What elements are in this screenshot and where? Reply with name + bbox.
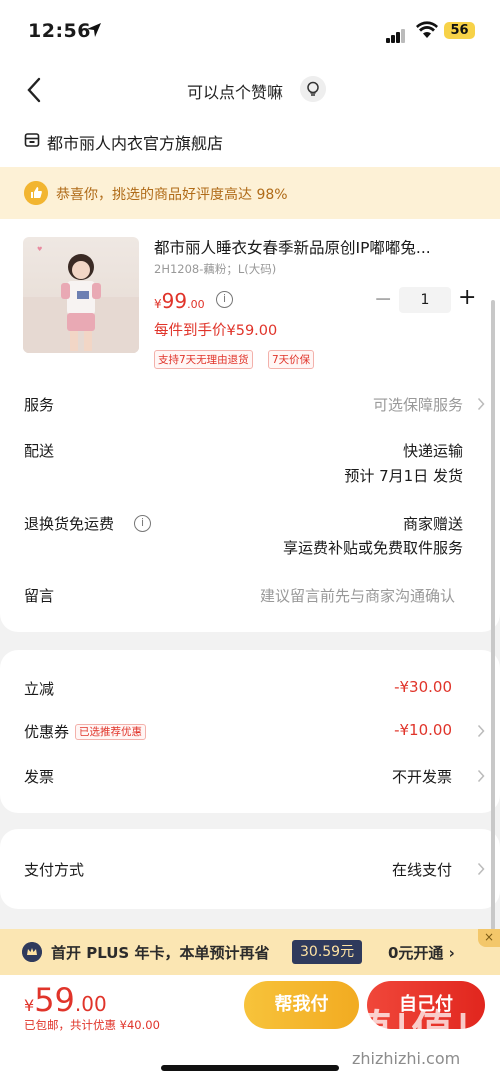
delivery-date: 预计 7月1日 发货 <box>344 467 463 485</box>
plus-open-link[interactable]: 0元开通 › <box>388 942 455 963</box>
increase-button[interactable]: + <box>458 285 476 310</box>
payment-card: 支付方式 在线支付 <box>0 829 500 909</box>
shop-header[interactable]: 都市丽人内衣官方旗舰店 <box>0 117 500 167</box>
price-protect-tag: 7天价保 <box>268 350 315 369</box>
order-card: ♥ 都市丽人睡衣女春季新品原创IP嘟嘟兔... 2H1208-藕粉；L(大码) … <box>0 219 500 632</box>
each-price: 每件到手价¥59.00 <box>154 323 278 339</box>
wifi-icon <box>416 21 438 38</box>
status-time: 12:56 <box>28 20 91 42</box>
product-sku[interactable]: 2H1208-藕粉；L(大码) <box>154 261 276 277</box>
chevron-right-icon <box>477 769 485 783</box>
plus-promo-text: 首开 PLUS 年卡，本单预计再省 <box>51 944 270 962</box>
return-info-icon[interactable]: i <box>134 515 151 532</box>
lightbulb-icon[interactable] <box>300 76 326 102</box>
note-input[interactable]: 建议留言前先与商家沟通确认 <box>260 585 455 606</box>
store-icon <box>24 133 40 147</box>
chevron-right-icon <box>477 724 485 738</box>
chevron-right-icon <box>477 862 485 876</box>
cellular-signal-icon <box>386 24 406 43</box>
notice-text: 恭喜你，挑选的商品好评度高达 98% <box>56 187 288 203</box>
total-subtext: 已包邮，共计优惠 ¥40.00 <box>24 1018 160 1032</box>
svg-text:♥: ♥ <box>37 246 42 253</box>
return-policy-tag: 支持7天无理由退货 <box>154 350 253 369</box>
chevron-right-icon <box>477 397 485 411</box>
nav-bar: 可以点个赞嘛 <box>0 62 500 117</box>
watermark-url: zhizhizhi.com <box>352 1049 461 1068</box>
checkout-bar: ¥59.00 已包邮，共计优惠 ¥40.00 帮我付 自己付 值|值|值 zhi… <box>0 975 500 1082</box>
page-title: 可以点个赞嘛 <box>186 83 283 102</box>
plus-crown-icon <box>22 942 42 962</box>
product-price: ¥99.00 <box>154 289 205 313</box>
battery-indicator: 56 <box>444 22 475 39</box>
status-bar: 12:56 56 <box>0 0 500 62</box>
thumbs-up-icon <box>24 181 48 205</box>
home-indicator[interactable] <box>161 1065 339 1071</box>
plus-save-badge: 30.59元 <box>292 940 363 964</box>
scrollbar[interactable] <box>491 300 495 930</box>
product-image[interactable]: ♥ <box>23 237 139 353</box>
rating-notice: 恭喜你，挑选的商品好评度高达 98% <box>0 167 500 219</box>
quantity-value[interactable]: 1 <box>399 287 451 313</box>
watermark: 值|值|值 <box>350 1006 473 1082</box>
coupon-tag: 已选推荐优惠 <box>75 724 147 740</box>
help-pay-button[interactable]: 帮我付 <box>244 981 359 1029</box>
price-info-icon[interactable]: i <box>216 291 233 308</box>
product-title[interactable]: 都市丽人睡衣女春季新品原创IP嘟嘟兔... <box>154 236 464 258</box>
total-price: ¥59.00 <box>24 981 107 1019</box>
shop-name: 都市丽人内衣官方旗舰店 <box>47 134 224 153</box>
close-icon[interactable]: × <box>478 929 500 947</box>
location-arrow-icon <box>87 23 101 37</box>
decrease-button[interactable]: − <box>374 287 392 312</box>
discounts-card: 立减 -¥30.00 优惠券 已选推荐优惠 -¥10.00 发票 不开发票 <box>0 650 500 813</box>
plus-promo-bar[interactable]: 首开 PLUS 年卡，本单预计再省 30.59元 0元开通 › × <box>0 929 500 975</box>
